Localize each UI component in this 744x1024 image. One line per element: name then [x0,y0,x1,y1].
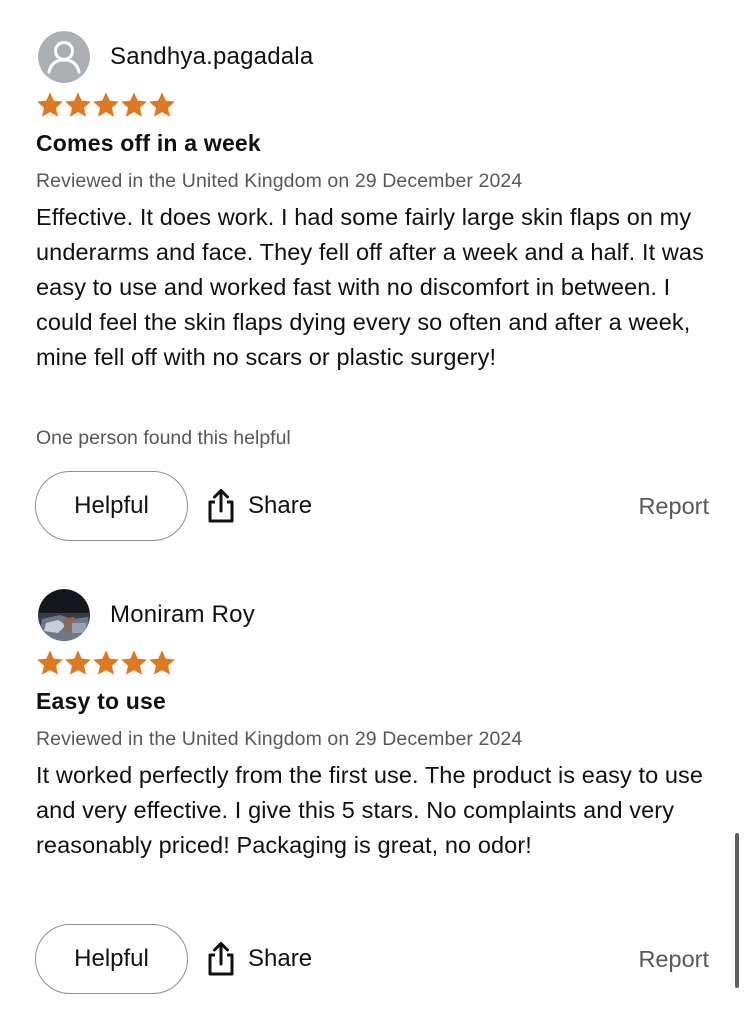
scrollbar[interactable] [735,833,739,988]
share-icon [208,489,234,523]
reviewer-profile[interactable]: Sandhya.pagadala [38,30,313,84]
star-icon [93,92,119,117]
review-date: Reviewed in the United Kingdom on 29 Dec… [36,728,523,750]
star-icon [149,92,175,117]
share-label: Share [248,945,313,972]
helpful-count: One person found this helpful [36,427,291,449]
review-text: Effective. It does work. I had some fair… [36,204,704,370]
review-title: Easy to use [36,688,167,714]
report-link[interactable]: Report [638,493,709,520]
helpful-button[interactable]: Helpful [35,924,188,994]
review-title: Comes off in a week [36,130,261,156]
user-photo [38,589,90,641]
review-actions: Helpful Share Report [35,471,709,543]
default-user-icon [38,31,90,83]
star-icon [65,92,91,117]
share-button[interactable]: Share [205,938,312,980]
star-icon [121,650,147,675]
reviewer-profile[interactable]: Moniram Roy [38,588,255,642]
star-icon [37,650,63,675]
reviewer-name: Moniram Roy [110,601,255,628]
star-rating [36,91,176,119]
star-icon [121,92,147,117]
star-icon [93,650,119,675]
star-rating [36,649,176,677]
report-link[interactable]: Report [638,946,709,973]
review-date: Reviewed in the United Kingdom on 29 Dec… [36,170,523,192]
share-label: Share [248,492,313,519]
share-button[interactable]: Share [205,485,312,527]
star-icon [37,92,63,117]
star-icon [65,650,91,675]
share-icon [208,942,234,976]
star-icon [149,650,175,675]
review-text: It worked perfectly from the first use. … [36,762,704,858]
review-actions: Helpful Share Report [35,924,709,996]
reviewer-name: Sandhya.pagadala [110,43,314,70]
helpful-button[interactable]: Helpful [35,471,188,541]
